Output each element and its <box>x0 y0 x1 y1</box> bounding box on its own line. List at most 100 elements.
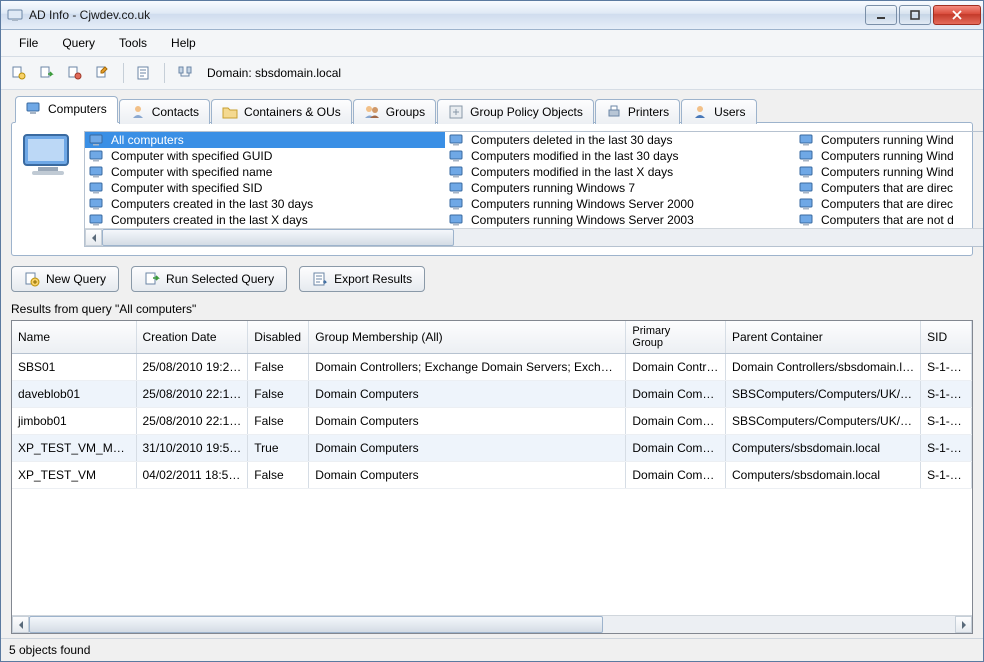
query-item-label: Computers running Windows Server 2000 <box>471 197 694 211</box>
scroll-left-arrow[interactable] <box>85 229 102 246</box>
computer-icon <box>89 214 105 226</box>
cell-sid: S-1-5-21 <box>921 462 972 489</box>
tab-gpo[interactable]: Group Policy Objects <box>437 99 594 124</box>
tab-label: Printers <box>628 105 669 119</box>
query-item[interactable]: Computers running Windows 7 <box>445 180 795 196</box>
col-disabled[interactable]: Disabled <box>248 321 309 354</box>
menu-query[interactable]: Query <box>50 32 107 54</box>
close-button[interactable] <box>933 5 981 25</box>
query-item[interactable]: Computers running Wind <box>795 148 983 164</box>
cell-primary: Domain Computers <box>626 435 726 462</box>
col-name[interactable]: Name <box>12 321 136 354</box>
cell-primary: Domain Controllers <box>626 354 726 381</box>
query-item[interactable]: Computer with specified GUID <box>85 148 445 164</box>
toolbar-separator-1 <box>123 63 124 83</box>
tab-printers[interactable]: Printers <box>595 99 680 124</box>
menu-file[interactable]: File <box>7 32 50 54</box>
scroll-right-arrow[interactable] <box>955 616 972 633</box>
export-results-button[interactable]: Export Results <box>299 266 425 292</box>
query-item[interactable]: Computers modified in the last X days <box>445 164 795 180</box>
scroll-track[interactable] <box>102 229 983 246</box>
col-creation[interactable]: Creation Date <box>136 321 248 354</box>
cell-disabled: False <box>248 381 309 408</box>
table-row[interactable]: XP_TEST_VM04/02/2011 18:58:51FalseDomain… <box>12 462 972 489</box>
query-item[interactable]: Computers created in the last X days <box>85 212 445 228</box>
menu-help[interactable]: Help <box>159 32 208 54</box>
toolbar: Domain: sbsdomain.local <box>1 57 983 90</box>
tab-contacts[interactable]: Contacts <box>119 99 210 124</box>
results-hscroll[interactable] <box>12 615 972 633</box>
tab-label: Groups <box>386 105 425 119</box>
cell-parent: Computers/sbsdomain.local <box>725 462 920 489</box>
cell-name: XP_TEST_VM_MACH <box>12 435 136 462</box>
cell-creation: 25/08/2010 22:17:54 <box>136 381 248 408</box>
table-row[interactable]: daveblob0125/08/2010 22:17:54FalseDomain… <box>12 381 972 408</box>
contact-icon <box>130 104 146 120</box>
query-item-label: Computers modified in the last 30 days <box>471 149 678 163</box>
new-query-button[interactable]: New Query <box>11 266 119 292</box>
query-item-label: All computers <box>111 133 184 147</box>
cell-sid: S-1-5-21 <box>921 381 972 408</box>
query-item[interactable]: Computers running Windows Server 2000 <box>445 196 795 212</box>
maximize-button[interactable] <box>899 5 931 25</box>
window-title: AD Info - Cjwdev.co.uk <box>29 8 865 22</box>
menubar: File Query Tools Help <box>1 30 983 57</box>
computer-icon <box>799 182 815 194</box>
col-primary-group[interactable]: PrimaryGroup <box>626 321 726 354</box>
menu-tools[interactable]: Tools <box>107 32 159 54</box>
col-parent[interactable]: Parent Container <box>725 321 920 354</box>
query-item[interactable]: Computers running Windows Server 2003 <box>445 212 795 228</box>
toolbar-button-1[interactable] <box>7 61 31 85</box>
tab-containers[interactable]: Containers & OUs <box>211 99 352 124</box>
query-item[interactable]: Computer with specified SID <box>85 180 445 196</box>
query-item-label: Computer with specified GUID <box>111 149 272 163</box>
tab-users[interactable]: Users <box>681 99 756 124</box>
query-list: All computers Computer with specified GUI… <box>84 131 983 247</box>
computer-icon <box>449 214 465 226</box>
query-item[interactable]: Computers running Wind <box>795 132 983 148</box>
toolbar-button-2[interactable] <box>35 61 59 85</box>
computer-large-icon <box>20 131 76 179</box>
computer-icon <box>799 214 815 226</box>
tab-computers[interactable]: Computers <box>15 96 118 123</box>
cell-membership: Domain Computers <box>309 462 626 489</box>
scroll-track[interactable] <box>29 616 955 633</box>
query-item[interactable]: Computers that are direc <box>795 196 983 212</box>
col-membership[interactable]: Group Membership (All) <box>309 321 626 354</box>
toolbar-button-4[interactable] <box>91 61 115 85</box>
toolbar-button-3[interactable] <box>63 61 87 85</box>
computer-icon <box>799 198 815 210</box>
computer-icon <box>799 150 815 162</box>
cell-sid: S-1-5-21 <box>921 408 972 435</box>
query-list-hscroll[interactable] <box>85 228 983 246</box>
run-selected-query-button[interactable]: Run Selected Query <box>131 266 287 292</box>
computer-icon <box>89 198 105 210</box>
query-item[interactable]: Computers modified in the last 30 days <box>445 148 795 164</box>
computer-icon <box>26 101 42 117</box>
cell-disabled: True <box>248 435 309 462</box>
folder-icon <box>222 104 238 120</box>
cell-disabled: False <box>248 408 309 435</box>
table-row[interactable]: jimbob0125/08/2010 22:17:54FalseDomain C… <box>12 408 972 435</box>
query-item[interactable]: Computers created in the last 30 days <box>85 196 445 212</box>
cell-parent: SBSComputers/Computers/UK/sbsd... <box>725 408 920 435</box>
scroll-thumb[interactable] <box>29 616 603 633</box>
query-item[interactable]: Computers running Wind <box>795 164 983 180</box>
query-item[interactable]: All computers <box>85 132 445 148</box>
table-row[interactable]: SBS0125/08/2010 19:26:41FalseDomain Cont… <box>12 354 972 381</box>
cell-creation: 25/08/2010 22:17:54 <box>136 408 248 435</box>
query-item-label: Computer with specified SID <box>111 181 262 195</box>
toolbar-domain-icon[interactable] <box>173 61 197 85</box>
query-item[interactable]: Computers that are direc <box>795 180 983 196</box>
query-item[interactable]: Computers that are not d <box>795 212 983 228</box>
toolbar-button-5[interactable] <box>132 61 156 85</box>
scroll-left-arrow[interactable] <box>12 616 29 633</box>
query-item[interactable]: Computer with specified name <box>85 164 445 180</box>
minimize-button[interactable] <box>865 5 897 25</box>
col-sid[interactable]: SID <box>921 321 972 354</box>
tab-groups[interactable]: Groups <box>353 99 436 124</box>
query-item[interactable]: Computers deleted in the last 30 days <box>445 132 795 148</box>
domain-label: Domain: sbsdomain.local <box>207 66 341 80</box>
table-row[interactable]: XP_TEST_VM_MACH31/10/2010 19:57:29TrueDo… <box>12 435 972 462</box>
scroll-thumb[interactable] <box>102 229 454 246</box>
